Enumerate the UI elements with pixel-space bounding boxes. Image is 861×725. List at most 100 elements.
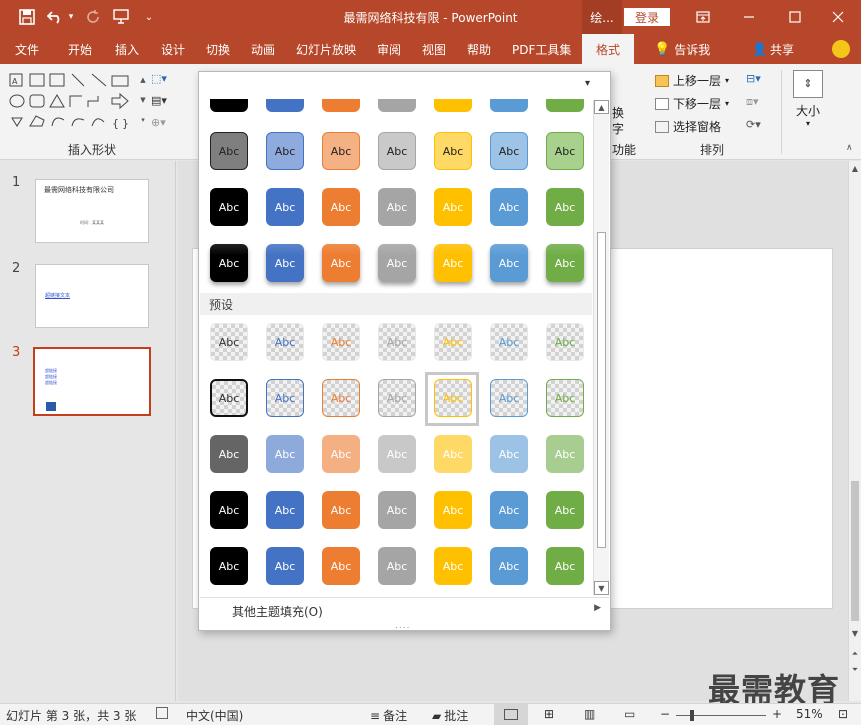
ribbon-display-options-icon[interactable] (680, 0, 726, 34)
zoom-level[interactable]: 51% (796, 707, 823, 721)
shape-style-swatch[interactable]: Abc (378, 379, 416, 417)
text-box-icon[interactable]: ▤▾ (151, 94, 177, 110)
shape-style-swatch[interactable] (322, 99, 360, 112)
scrollbar-thumb[interactable] (851, 481, 859, 621)
shape-style-swatch[interactable]: Abc (434, 435, 472, 473)
shape-style-swatch[interactable] (490, 99, 528, 112)
shape-style-swatch[interactable]: Abc (546, 244, 584, 282)
shape-style-swatch[interactable] (378, 99, 416, 112)
tab-slideshow[interactable]: 幻灯片放映 (294, 34, 358, 64)
zoom-in-button[interactable]: + (772, 707, 782, 721)
shape-style-swatch[interactable]: Abc (210, 132, 248, 170)
shape-style-swatch[interactable]: Abc (490, 244, 528, 282)
context-tab-drawing[interactable]: 绘... (582, 0, 622, 34)
shape-style-swatch[interactable] (266, 99, 304, 112)
tab-review[interactable]: 审阅 (375, 34, 403, 64)
tab-home[interactable]: 开始 (66, 34, 94, 64)
shape-style-swatch[interactable]: Abc (378, 435, 416, 473)
selection-pane-button[interactable]: 选择窗格 (655, 118, 721, 135)
shape-style-swatch[interactable] (210, 99, 248, 112)
shape-style-swatch[interactable]: Abc (490, 132, 528, 170)
shape-style-swatch[interactable]: Abc (266, 547, 304, 585)
normal-view-icon[interactable] (494, 704, 528, 725)
size-button[interactable]: ⇕ 大小 ▾ (792, 70, 824, 132)
tab-view[interactable]: 视图 (420, 34, 448, 64)
slide-thumbnail-2[interactable]: 超链接文本 (35, 264, 149, 328)
shape-style-swatch[interactable]: Abc (378, 188, 416, 226)
shape-style-swatch[interactable]: Abc (490, 379, 528, 417)
slide-thumbnail-3[interactable]: 超链接 超链接 超链接 (33, 347, 151, 416)
fit-slide-icon[interactable]: ⊡ (838, 707, 848, 721)
shape-style-swatch[interactable]: Abc (546, 379, 584, 417)
shape-style-swatch[interactable]: Abc (322, 244, 360, 282)
tab-insert[interactable]: 插入 (113, 34, 141, 64)
rotate-icon[interactable]: ⟳▾ (746, 118, 761, 131)
shape-style-swatch[interactable]: Abc (210, 188, 248, 226)
scroll-up-icon[interactable]: ▲ (849, 164, 861, 173)
slide-thumbnail-1[interactable]: 最需网络科技有限公司 时间：某某某 (35, 179, 149, 243)
send-backward-button[interactable]: 下移一层 ▾ (655, 95, 729, 112)
shape-style-swatch[interactable]: Abc (210, 547, 248, 585)
shape-style-swatch[interactable]: Abc (322, 188, 360, 226)
collapse-ribbon-icon[interactable]: ∧ (846, 143, 853, 153)
shape-style-swatch[interactable]: Abc (322, 547, 360, 585)
edit-shape-icon[interactable]: ⬚▾ (151, 72, 177, 88)
shape-style-swatch[interactable]: Abc (266, 244, 304, 282)
next-slide-icon[interactable]: ⏷ (849, 665, 861, 675)
slide-sorter-icon[interactable]: ⊞ (544, 707, 554, 721)
merge-shapes-icon[interactable]: ⊕▾ (151, 116, 177, 132)
shape-style-swatch[interactable]: Abc (322, 379, 360, 417)
comments-button[interactable]: ▰ 批注 (432, 707, 468, 724)
shape-style-swatch[interactable]: Abc (322, 491, 360, 529)
shape-style-swatch[interactable] (546, 99, 584, 112)
align-icon[interactable]: ⊟▾ (746, 72, 761, 85)
shape-style-swatch[interactable]: Abc (266, 132, 304, 170)
shapes-gallery[interactable]: A { } (8, 72, 136, 132)
close-icon[interactable] (815, 0, 861, 34)
tab-file[interactable]: 文件 (13, 34, 41, 64)
previous-slide-icon[interactable]: ⏶ (849, 649, 861, 659)
shape-style-swatch[interactable]: Abc (378, 547, 416, 585)
shape-style-swatch[interactable] (434, 99, 472, 112)
shape-style-swatch[interactable]: Abc (490, 547, 528, 585)
group-icon[interactable]: ⧈▾ (746, 95, 759, 109)
gallery-scrollbar[interactable]: ▲ ▼ (593, 100, 609, 595)
shape-style-swatch[interactable]: Abc (210, 323, 248, 361)
chevron-down-icon[interactable]: ▾ (585, 78, 590, 89)
notes-button[interactable]: ≡ 备注 (370, 707, 407, 724)
shape-style-swatch[interactable]: Abc (266, 323, 304, 361)
tab-help[interactable]: 帮助 (465, 34, 493, 64)
shape-style-swatch[interactable]: Abc (322, 132, 360, 170)
more-theme-fills-item[interactable]: 其他主题填充(O) ▶ (200, 597, 609, 621)
shape-style-swatch[interactable]: Abc (546, 188, 584, 226)
tab-transitions[interactable]: 切换 (204, 34, 232, 64)
tab-pdf-tools[interactable]: PDF工具集 (510, 34, 573, 64)
shape-style-swatch[interactable]: Abc (546, 132, 584, 170)
shape-style-swatch[interactable]: Abc (210, 435, 248, 473)
shape-style-swatch[interactable]: Abc (546, 547, 584, 585)
shape-style-swatch[interactable]: Abc (434, 491, 472, 529)
minimize-icon[interactable] (726, 0, 772, 34)
shape-style-swatch[interactable]: Abc (490, 491, 528, 529)
tab-format[interactable]: 格式 (582, 34, 635, 64)
shape-style-swatch[interactable]: Abc (434, 547, 472, 585)
shape-style-swatch[interactable]: Abc (490, 435, 528, 473)
maximize-icon[interactable] (772, 0, 818, 34)
vertical-scrollbar[interactable]: ▲ ▼ ⏶ ⏷ (848, 161, 861, 701)
shape-style-swatch[interactable]: Abc (434, 188, 472, 226)
reading-view-icon[interactable]: ▥ (584, 707, 595, 721)
shape-style-swatch[interactable]: Abc (378, 132, 416, 170)
shape-style-swatch[interactable]: Abc (322, 435, 360, 473)
shape-style-swatch[interactable]: Abc (434, 244, 472, 282)
share-button[interactable]: 👤 共享 (750, 34, 796, 64)
shape-style-swatch[interactable]: Abc (266, 379, 304, 417)
shape-style-swatch[interactable]: Abc (490, 188, 528, 226)
zoom-slider-handle[interactable] (690, 710, 694, 721)
login-button[interactable]: 登录 (624, 8, 670, 26)
shape-style-swatch[interactable]: Abc (266, 491, 304, 529)
shape-style-swatch[interactable]: Abc (434, 323, 472, 361)
shape-style-swatch[interactable]: Abc (266, 435, 304, 473)
shape-style-swatch[interactable]: Abc (378, 491, 416, 529)
language-indicator[interactable]: 中文(中国) (186, 707, 243, 724)
tab-tell-me[interactable]: 💡 告诉我 (652, 34, 712, 64)
